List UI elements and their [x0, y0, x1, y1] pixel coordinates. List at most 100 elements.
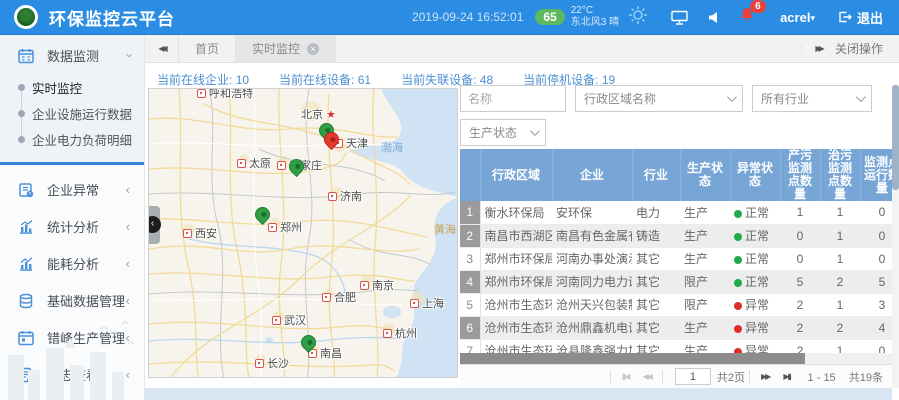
sidebar-item-facility-data[interactable]: 企业设施运行数据: [0, 100, 144, 126]
region-select[interactable]: 行政区域名称: [575, 85, 743, 112]
calendar-icon: [18, 48, 34, 64]
cell-company: 沧州鼎鑫机电设备厂: [552, 316, 632, 339]
sidebar-item-company-abnormal[interactable]: 企业异常 ‹: [0, 171, 144, 208]
col-pollution-points[interactable]: 产污监测点数量: [780, 149, 820, 201]
table-row[interactable]: 6 沧州市生态环保局 沧州鼎鑫机电设备厂 其它 生产 异常 2 2 4: [460, 316, 893, 339]
chevron-left-icon: ‹: [126, 182, 130, 197]
sidebar-item-base-data-mgmt[interactable]: 基础数据管理 ‹: [0, 282, 144, 319]
bar-chart-icon: [18, 256, 34, 272]
cell-region: 衡水环保局: [480, 201, 552, 224]
cell-prod-status: 生产: [680, 247, 730, 270]
main-content: ◀◀ 首页 实时监控 ▶▶ 关闭操作 当前在线企业: 10当前在线设备: 61当…: [145, 35, 899, 400]
table-row[interactable]: 3 郑州市环保局 河南办事处演示 其它 生产 正常 0 1 0: [460, 247, 893, 270]
table-row[interactable]: 2 南昌市西湖区环保局 南昌有色金属有限公司 铸造 生产 正常 0 1 0: [460, 224, 893, 247]
cell-running-points: 0: [860, 201, 893, 224]
temperature: 22°C: [571, 5, 593, 16]
tab-scroll-right-button[interactable]: ▶▶: [801, 44, 835, 53]
monitor-icon[interactable]: [671, 10, 688, 25]
last-page-button[interactable]: ▶▮: [776, 372, 797, 381]
col-industry[interactable]: 行业: [632, 149, 680, 201]
cell-abnormal-status: 异常: [730, 316, 780, 339]
sidebar-item-realtime-monitor[interactable]: 实时监控: [0, 74, 144, 100]
cell-rownum: 6: [460, 316, 480, 339]
sun-icon: [627, 4, 649, 31]
city-name: 杭州: [395, 325, 417, 341]
status-dot-icon: [734, 302, 742, 310]
production-status-select[interactable]: 生产状态: [460, 119, 546, 146]
city-marker-icon: [268, 223, 277, 232]
user-menu[interactable]: acrel▾: [780, 10, 815, 25]
china-map-canvas[interactable]: 呼和浩特北京天津太原石家庄济南西安郑州南京合肥上海武汉杭州南昌长沙渤海黄海 ‹: [148, 88, 458, 378]
map-city-label: 郑州: [268, 219, 302, 235]
chevron-down-icon: [856, 92, 866, 102]
sidebar-item-statistics[interactable]: 统计分析 ‹: [0, 208, 144, 245]
first-page-button[interactable]: ▮◀: [615, 372, 636, 381]
record-range-label: 1 - 15 共19条: [798, 369, 893, 385]
table-row[interactable]: 5 沧州市生态环保局 沧州天兴包装制品厂 其它 限产 异常 2 1 3: [460, 293, 893, 316]
col-running-points[interactable]: 监测点运行数量: [860, 149, 893, 201]
close-operations-button[interactable]: 关闭操作: [835, 40, 899, 57]
sidebar-subitem-label: 实时监控: [32, 78, 82, 97]
cell-industry: 其它: [632, 270, 680, 293]
tab-label: 实时监控: [252, 40, 300, 57]
status-stat: 当前在线设备: 61: [279, 71, 371, 88]
tab-realtime-monitor[interactable]: 实时监控: [236, 35, 336, 62]
map-city-label: 上海: [410, 295, 444, 311]
tab-home[interactable]: 首页: [179, 35, 236, 62]
city-name: 西安: [195, 225, 217, 241]
cell-treatment-points: 1: [820, 293, 860, 316]
bottom-strip: [145, 388, 892, 400]
sidebar-item-power-load-detail[interactable]: 企业电力负荷明细: [0, 126, 144, 152]
city-marker-icon: [322, 293, 331, 302]
city-marker-icon: [277, 161, 286, 170]
col-prod-status[interactable]: 生产状态: [680, 149, 730, 201]
horizontal-scrollbar-thumb[interactable]: [460, 353, 805, 364]
horizontal-scrollbar-track: [460, 353, 893, 364]
sidebar-nav: 数据监测 ‹ 实时监控 企业设施运行数据 企业电力负荷明细: [0, 35, 145, 400]
stat-value: 10: [236, 73, 249, 87]
tab-scroll-left-button[interactable]: ◀◀: [145, 35, 179, 62]
sidebar-item-label: 企业异常: [47, 180, 99, 199]
col-region[interactable]: 行政区域: [480, 149, 552, 201]
sidebar-item-energy-analysis[interactable]: 能耗分析 ‹: [0, 245, 144, 282]
page-number-input[interactable]: [675, 368, 711, 385]
col-abnormal-status[interactable]: 异常状态: [730, 149, 780, 201]
panel-collapse-button[interactable]: ‹: [148, 206, 160, 244]
logout-button[interactable]: 退出: [837, 8, 883, 27]
cell-rownum: 2: [460, 224, 480, 247]
calendar-icon: [18, 330, 34, 346]
next-page-button[interactable]: ▶▶: [754, 372, 776, 381]
col-treatment-points[interactable]: 治污监测点数量: [820, 149, 860, 201]
top-header: 环保监控云平台 2019-09-24 16:52:01 65 22°C 东北风3…: [0, 0, 899, 35]
prev-page-button[interactable]: ◀◀: [636, 372, 658, 381]
name-search-input[interactable]: [460, 85, 566, 112]
industry-select[interactable]: 所有行业: [752, 85, 872, 112]
cell-pollution-points: 1: [780, 201, 820, 224]
status-text: 异常: [745, 321, 769, 335]
sidebar-item-data-monitor[interactable]: 数据监测 ‹: [0, 37, 144, 74]
sidebar-item-staggered-production[interactable]: 错峰生产管理 ‹: [0, 319, 144, 356]
speaker-icon[interactable]: [708, 11, 720, 24]
pagination-bar: ▮◀ ◀◀ 共2页 ▶▶ ▶▮ 1 - 15 共19条: [460, 364, 893, 388]
logout-icon: [837, 10, 852, 24]
vertical-scrollbar-thumb[interactable]: [892, 85, 899, 190]
map-city-label: 武汉: [272, 312, 306, 328]
cell-running-points: 3: [860, 293, 893, 316]
cell-pollution-points: 0: [780, 224, 820, 247]
sidebar-item-log-view[interactable]: 日志查看 ‹: [0, 356, 144, 393]
map-city-label: 呼和浩特: [197, 88, 253, 101]
col-company[interactable]: 企业: [552, 149, 632, 201]
notifications-button[interactable]: 6: [740, 7, 754, 27]
status-dot-icon: [734, 256, 742, 264]
log-document-icon: [18, 367, 34, 383]
table-row[interactable]: 4 郑州市环保局 河南同力电力设计院 其它 限产 正常 5 2 5: [460, 270, 893, 293]
database-icon: [18, 293, 34, 309]
tab-close-icon[interactable]: [307, 43, 319, 55]
cell-rownum: 5: [460, 293, 480, 316]
chevron-left-icon: ‹: [126, 219, 130, 234]
cell-running-points: 5: [860, 270, 893, 293]
cell-treatment-points: 1: [820, 247, 860, 270]
cell-company: 河南同力电力设计院: [552, 270, 632, 293]
app-title: 环保监控云平台: [49, 5, 175, 30]
table-row[interactable]: 1 衡水环保局 安环保 电力 生产 正常 1 1 0: [460, 201, 893, 224]
